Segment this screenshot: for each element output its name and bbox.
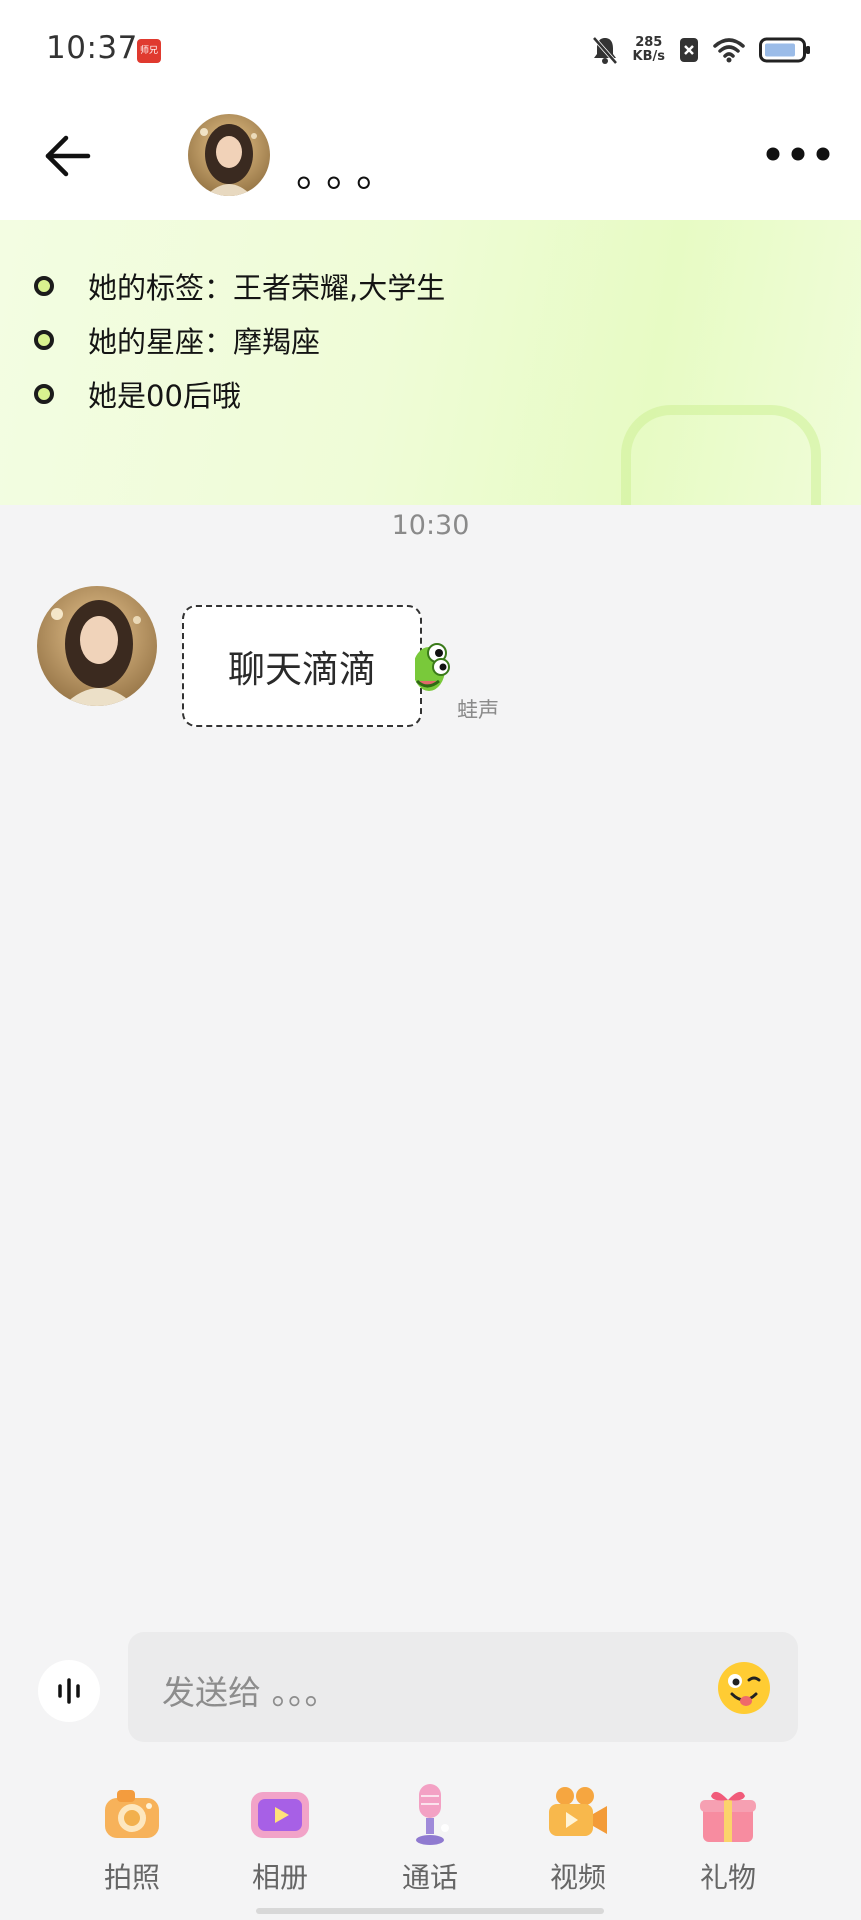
profile-info-item: 她的星座：摩羯座 [34,320,320,360]
microphone-icon [416,1784,449,1845]
tool-video-button[interactable]: 视频 [518,1768,638,1896]
bullet-icon [34,330,54,350]
back-arrow-icon[interactable] [40,128,96,184]
camera-icon [105,1790,159,1838]
sender-avatar[interactable] [37,586,157,706]
voice-input-button[interactable] [38,1660,100,1722]
message-input-placeholder: 发送给 。。。 [162,1673,338,1712]
tool-call-button[interactable]: 通话 [370,1768,490,1896]
battery-icon [759,37,810,63]
message-input[interactable]: 发送给 。。。 [128,1632,798,1742]
status-time: 10:37 [46,30,138,66]
bottom-toolbar: 拍照 相册 通话 视频 礼物 [0,1768,861,1920]
profile-info-banner: 她的标签：王者荣耀,大学生 她的星座：摩羯座 她是00后哦 [0,220,861,505]
tool-gift-button[interactable]: 礼物 [668,1768,788,1896]
message-bubble[interactable]: 聊天滴滴 [182,605,422,727]
message-timestamp: 10:30 [391,510,470,541]
tool-album-button[interactable]: 相册 [220,1768,340,1896]
profile-info-item: 她的标签：王者荣耀,大学生 [34,266,445,306]
home-indicator[interactable] [256,1908,604,1914]
profile-info-item: 她是00后哦 [34,374,241,414]
status-icons: 285 KB/s [591,30,811,70]
bullet-icon [34,384,54,404]
video-camera-icon [549,1787,607,1836]
wifi-icon [713,38,745,63]
frog-outline-decoration [621,405,821,505]
network-speed: 285 KB/s [632,35,665,64]
emoji-icon[interactable] [716,1660,772,1716]
mute-bell-icon [592,36,618,65]
no-sim-icon [680,38,698,62]
app-notification-icon: 师兄 [137,39,161,63]
status-bar: 10:37 师兄 285 KB/s [0,0,861,100]
bubble-style-label: 蛙声 [457,698,499,722]
sound-wave-icon [58,1678,80,1704]
contact-avatar[interactable] [188,114,270,196]
tool-photo-button[interactable]: 拍照 [72,1768,192,1896]
frog-icon [415,643,450,691]
chat-header: 。。。 [0,100,861,220]
contact-name: 。。。 [296,150,406,196]
album-icon [251,1792,309,1838]
bullet-icon [34,276,54,296]
more-options-icon[interactable] [763,134,833,174]
gift-icon [700,1791,756,1842]
